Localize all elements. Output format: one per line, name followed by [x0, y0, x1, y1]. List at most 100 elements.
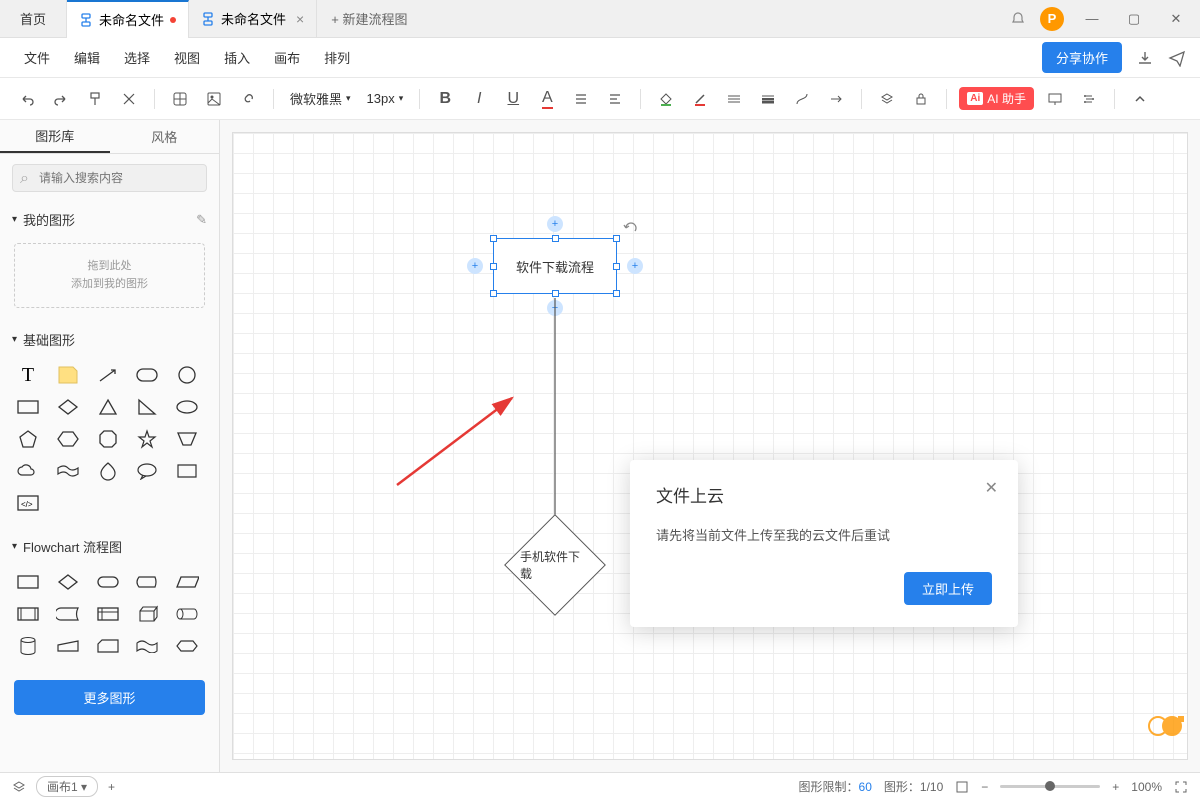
shape-note[interactable]: [54, 363, 82, 387]
new-tab-button[interactable]: + 新建流程图: [317, 9, 421, 28]
shape-data[interactable]: [173, 570, 201, 594]
connection-point-top[interactable]: +: [547, 216, 563, 232]
menu-select[interactable]: 选择: [114, 42, 160, 73]
shape-triangle[interactable]: [94, 395, 122, 419]
shape-trapezoid-down[interactable]: [173, 427, 201, 451]
table-button[interactable]: [167, 86, 193, 112]
download-icon[interactable]: [1136, 49, 1154, 67]
text-color-button[interactable]: A: [534, 86, 560, 112]
section-my-shapes[interactable]: ▾ 我的图形 ✎: [0, 202, 219, 237]
undo-button[interactable]: [14, 86, 40, 112]
ai-assistant-button[interactable]: AiAI 助手: [959, 87, 1034, 110]
flowchart-node-start[interactable]: 软件下载流程: [493, 238, 617, 294]
menu-view[interactable]: 视图: [164, 42, 210, 73]
fullscreen-icon[interactable]: [1174, 780, 1188, 794]
shape-cloud[interactable]: [14, 459, 42, 483]
page-selector[interactable]: 画布1 ▾: [36, 776, 98, 797]
shape-predefined[interactable]: [14, 602, 42, 626]
image-button[interactable]: [201, 86, 227, 112]
shape-hexagon[interactable]: [54, 427, 82, 451]
shape-terminator[interactable]: [94, 570, 122, 594]
settings-button[interactable]: [1076, 86, 1102, 112]
upload-now-button[interactable]: 立即上传: [904, 572, 992, 605]
redo-button[interactable]: [48, 86, 74, 112]
share-button[interactable]: 分享协作: [1042, 42, 1122, 73]
document-tab-1[interactable]: 未命名文件: [67, 0, 189, 38]
add-page-button[interactable]: +: [108, 780, 115, 794]
shape-display[interactable]: [133, 570, 161, 594]
section-basic-shapes[interactable]: ▾ 基础图形: [0, 322, 219, 357]
shape-circle[interactable]: [173, 363, 201, 387]
menu-canvas[interactable]: 画布: [264, 42, 310, 73]
shape-rect[interactable]: [14, 395, 42, 419]
link-button[interactable]: [235, 86, 261, 112]
shape-rounded-rect[interactable]: [133, 363, 161, 387]
shape-diamond[interactable]: [54, 395, 82, 419]
shape-pentagon[interactable]: [14, 427, 42, 451]
shape-html[interactable]: </>: [14, 491, 42, 515]
fontsize-select[interactable]: 13px ▾: [363, 89, 408, 108]
shape-stored-data[interactable]: [54, 602, 82, 626]
notification-icon[interactable]: [1010, 11, 1026, 27]
minimize-button[interactable]: —: [1078, 11, 1106, 26]
shape-decision[interactable]: [54, 570, 82, 594]
drop-zone[interactable]: 拖到此处 添加到我的图形: [14, 243, 205, 308]
zoom-in-button[interactable]: +: [1112, 780, 1119, 794]
line-height-button[interactable]: [568, 86, 594, 112]
tab-shapes-library[interactable]: 图形库: [0, 120, 110, 153]
shape-right-triangle[interactable]: [133, 395, 161, 419]
section-flowchart[interactable]: ▾ Flowchart 流程图: [0, 529, 219, 564]
close-tab-icon[interactable]: ×: [296, 11, 304, 27]
fit-screen-icon[interactable]: [955, 780, 969, 794]
line-color-button[interactable]: [687, 86, 713, 112]
underline-button[interactable]: U: [500, 86, 526, 112]
collapse-toolbar-button[interactable]: [1127, 86, 1153, 112]
shape-cube[interactable]: [133, 602, 161, 626]
shape-cube-face[interactable]: [173, 459, 201, 483]
shape-speech[interactable]: [133, 459, 161, 483]
align-button[interactable]: [602, 86, 628, 112]
shape-database[interactable]: [14, 634, 42, 658]
arrow-button[interactable]: [823, 86, 849, 112]
menu-edit[interactable]: 编辑: [64, 42, 110, 73]
menu-file[interactable]: 文件: [14, 42, 60, 73]
shape-internal-storage[interactable]: [94, 602, 122, 626]
lock-button[interactable]: [908, 86, 934, 112]
modal-close-button[interactable]: ✕: [985, 478, 998, 498]
shape-cylinder-h[interactable]: [173, 602, 201, 626]
shape-ellipse[interactable]: [173, 395, 201, 419]
fill-color-button[interactable]: [653, 86, 679, 112]
line-style-button[interactable]: [721, 86, 747, 112]
maximize-button[interactable]: ▢: [1120, 11, 1148, 27]
user-avatar[interactable]: P: [1040, 7, 1064, 31]
shape-teardrop[interactable]: [94, 459, 122, 483]
italic-button[interactable]: I: [466, 86, 492, 112]
bold-button[interactable]: B: [432, 86, 458, 112]
canvas-area[interactable]: + + + + 软件下载流程 手机软件下载 游戏软件 办公软件: [220, 120, 1200, 772]
font-select[interactable]: 微软雅黑 ▾: [286, 87, 355, 110]
canvas[interactable]: + + + + 软件下载流程 手机软件下载 游戏软件 办公软件: [232, 132, 1188, 760]
shape-octagon[interactable]: [94, 427, 122, 451]
layers-icon[interactable]: [12, 780, 26, 794]
layers-button[interactable]: [874, 86, 900, 112]
zoom-out-button[interactable]: −: [981, 780, 988, 794]
edit-icon[interactable]: ✎: [196, 212, 207, 228]
shape-banner[interactable]: [54, 459, 82, 483]
rotate-handle-icon[interactable]: [623, 220, 639, 236]
close-button[interactable]: ✕: [1162, 11, 1190, 27]
connection-point-right[interactable]: +: [627, 258, 643, 274]
zoom-slider[interactable]: [1000, 785, 1100, 788]
shape-manual-input[interactable]: [54, 634, 82, 658]
connector-button[interactable]: [789, 86, 815, 112]
document-tab-2[interactable]: 未命名文件 ×: [189, 0, 317, 38]
zoom-value[interactable]: 100%: [1131, 780, 1162, 794]
home-tab[interactable]: 首页: [0, 0, 67, 38]
shape-text[interactable]: T: [14, 363, 42, 387]
more-shapes-button[interactable]: 更多图形: [14, 680, 205, 715]
shape-star[interactable]: [133, 427, 161, 451]
shape-arrow[interactable]: [94, 363, 122, 387]
menu-arrange[interactable]: 排列: [314, 42, 360, 73]
clear-format-button[interactable]: [116, 86, 142, 112]
shape-loop[interactable]: [173, 634, 201, 658]
shape-tape[interactable]: [133, 634, 161, 658]
